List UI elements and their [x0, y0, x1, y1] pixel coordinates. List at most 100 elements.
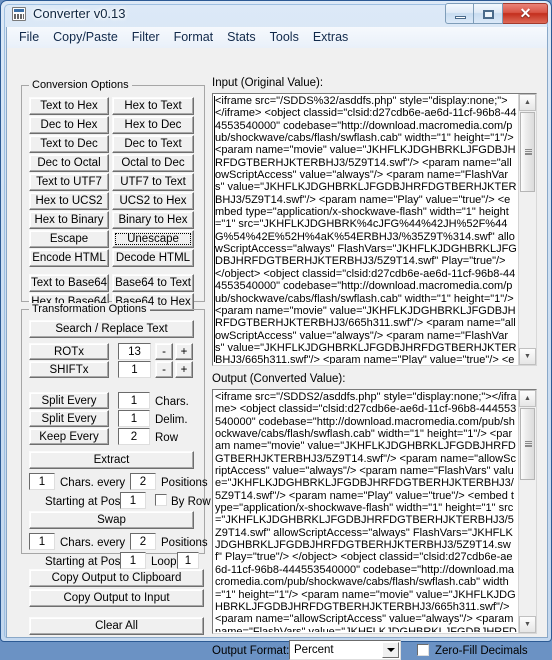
input-scrollbar[interactable]: ▲ ▼: [518, 94, 536, 365]
btn-hex-to-binary[interactable]: Hex to Binary: [29, 211, 109, 229]
focus-rectangle: [115, 233, 191, 245]
output-scroll-thumb[interactable]: [520, 408, 535, 480]
btn-dec-to-text[interactable]: Dec to Text: [112, 135, 194, 153]
menu-copy-paste[interactable]: Copy/Paste: [46, 27, 125, 48]
extract-starting-at-input[interactable]: 1: [120, 492, 146, 509]
input-scroll-thumb[interactable]: [520, 112, 535, 192]
input-scroll-down-icon[interactable]: ▼: [519, 348, 536, 365]
output-scrollbar[interactable]: ▲ ▼: [518, 390, 536, 633]
swap-chars-label: Chars. every: [60, 537, 126, 549]
btn-hex-to-text[interactable]: Hex to Text: [112, 97, 194, 115]
btn-base64-to-text[interactable]: Base64 to Text: [112, 274, 194, 292]
maximize-button[interactable]: [474, 3, 503, 24]
btn-hex-to-ucs2[interactable]: Hex to UCS2: [29, 192, 109, 210]
output-scroll-down-icon[interactable]: ▼: [519, 616, 536, 633]
swap-positions-label: Positions: [161, 537, 208, 549]
btn-swap[interactable]: Swap: [29, 511, 194, 529]
rotx-decrement-button[interactable]: -: [155, 343, 173, 360]
close-button[interactable]: ✕: [503, 3, 548, 24]
btn-encode-html[interactable]: Encode HTML: [29, 249, 109, 267]
output-format-value: Percent: [294, 644, 334, 656]
swap-positions-input[interactable]: 2: [130, 533, 156, 550]
input-textarea[interactable]: <iframe src="/SDDS%32/asddfs.php" style=…: [215, 95, 517, 364]
menu-bar: File Copy/Paste Filter Format Stats Tool…: [7, 27, 547, 49]
menu-format[interactable]: Format: [167, 27, 221, 48]
shiftx-decrement-button[interactable]: -: [155, 361, 173, 378]
btn-binary-to-hex[interactable]: Binary to Hex: [112, 211, 194, 229]
extract-chars-label: Chars. every: [60, 477, 126, 489]
btn-octal-to-dec[interactable]: Octal to Dec: [112, 154, 194, 172]
split-every-chars-input[interactable]: 1: [118, 392, 150, 409]
btn-copy-output-to-clipboard[interactable]: Copy Output to Clipboard: [29, 569, 204, 587]
btn-clear-all[interactable]: Clear All: [29, 617, 204, 635]
swap-starting-at-input[interactable]: 1: [120, 552, 146, 569]
btn-dec-to-hex[interactable]: Dec to Hex: [29, 116, 109, 134]
output-format-label: Output Format:: [212, 645, 290, 657]
extract-by-row-label: By Row: [171, 496, 211, 508]
output-format-select[interactable]: Percent: [289, 640, 401, 660]
minimize-button[interactable]: [445, 3, 474, 24]
extract-by-row-checkbox[interactable]: [155, 494, 167, 506]
extract-positions-input[interactable]: 2: [130, 473, 156, 490]
maximize-icon: [483, 10, 494, 19]
input-textarea-container[interactable]: <iframe src="/SDDS%32/asddfs.php" style=…: [212, 93, 537, 366]
btn-text-to-base64[interactable]: Text to Base64: [29, 274, 109, 292]
menu-filter[interactable]: Filter: [125, 27, 167, 48]
output-scroll-up-icon[interactable]: ▲: [519, 390, 536, 407]
input-scroll-up-icon[interactable]: ▲: [519, 94, 536, 111]
menu-extras[interactable]: Extras: [306, 27, 355, 48]
btn-text-to-utf7[interactable]: Text to UTF7: [29, 173, 109, 191]
split-every-chars-unit-label: Chars.: [155, 396, 189, 408]
chevron-down-icon[interactable]: [382, 642, 399, 658]
extract-chars-input[interactable]: 1: [29, 473, 55, 490]
btn-extract[interactable]: Extract: [29, 451, 194, 469]
client-area: File Copy/Paste Filter Format Stats Tool…: [6, 27, 548, 660]
application-window: Converter v0.13 ✕ File Copy/Paste Filter…: [0, 0, 552, 660]
split-every-delim-unit-label: Delim.: [155, 414, 188, 426]
text-caret: [214, 96, 215, 362]
btn-rotx[interactable]: ROTx: [29, 343, 109, 360]
btn-keep-every-row[interactable]: Keep Every: [29, 428, 109, 445]
output-textarea[interactable]: <iframe src="/SDDS2/asddfs.php" style="d…: [215, 391, 517, 632]
btn-split-every-delim[interactable]: Split Every: [29, 410, 109, 427]
split-every-delim-input[interactable]: 1: [118, 410, 150, 427]
swap-loop-label: Loop: [151, 556, 177, 568]
input-panel-label: Input (Original Value):: [212, 77, 324, 89]
shiftx-value-input[interactable]: 1: [118, 361, 151, 378]
menu-file[interactable]: File: [12, 27, 46, 48]
btn-copy-output-to-input[interactable]: Copy Output to Input: [29, 589, 204, 607]
btn-search-replace-text[interactable]: Search / Replace Text: [29, 320, 194, 338]
window-controls: ✕: [445, 3, 548, 24]
btn-shiftx[interactable]: SHIFTx: [29, 361, 109, 378]
swap-loop-input[interactable]: 1: [177, 552, 199, 569]
btn-decode-html[interactable]: Decode HTML: [112, 249, 194, 267]
btn-split-every-chars[interactable]: Split Every: [29, 392, 109, 409]
shiftx-increment-button[interactable]: +: [175, 361, 193, 378]
window-title: Converter v0.13: [33, 6, 126, 21]
rotx-increment-button[interactable]: +: [175, 343, 193, 360]
title-bar[interactable]: Converter v0.13 ✕: [1, 1, 552, 27]
output-textarea-container[interactable]: <iframe src="/SDDS2/asddfs.php" style="d…: [212, 389, 537, 634]
swap-starting-at-label: Starting at Pos.: [45, 556, 124, 568]
menu-tools[interactable]: Tools: [263, 27, 306, 48]
btn-hex-to-dec[interactable]: Hex to Dec: [112, 116, 194, 134]
btn-escape[interactable]: Escape: [29, 230, 109, 248]
btn-unescape[interactable]: Unescape: [112, 230, 194, 248]
menu-stats[interactable]: Stats: [220, 27, 263, 48]
extract-starting-at-label: Starting at Pos.: [45, 496, 124, 508]
swap-chars-input[interactable]: 1: [29, 533, 55, 550]
btn-text-to-dec[interactable]: Text to Dec: [29, 135, 109, 153]
btn-ucs2-to-hex[interactable]: UCS2 to Hex: [112, 192, 194, 210]
calculator-icon: [12, 7, 26, 21]
btn-utf7-to-text[interactable]: UTF7 to Text: [112, 173, 194, 191]
extract-positions-label: Positions: [161, 477, 208, 489]
keep-every-row-input[interactable]: 2: [118, 428, 150, 445]
output-panel-label: Output (Converted Value):: [212, 373, 346, 385]
zero-fill-decimals-checkbox[interactable]: [417, 644, 429, 656]
transformation-options-title: Transformation Options: [29, 303, 150, 315]
body-area: Conversion Options Text to Hex Hex to Te…: [7, 48, 547, 660]
btn-dec-to-octal[interactable]: Dec to Octal: [29, 154, 109, 172]
btn-text-to-hex[interactable]: Text to Hex: [29, 97, 109, 115]
minimize-icon: [455, 16, 466, 19]
rotx-value-input[interactable]: 13: [118, 343, 151, 360]
